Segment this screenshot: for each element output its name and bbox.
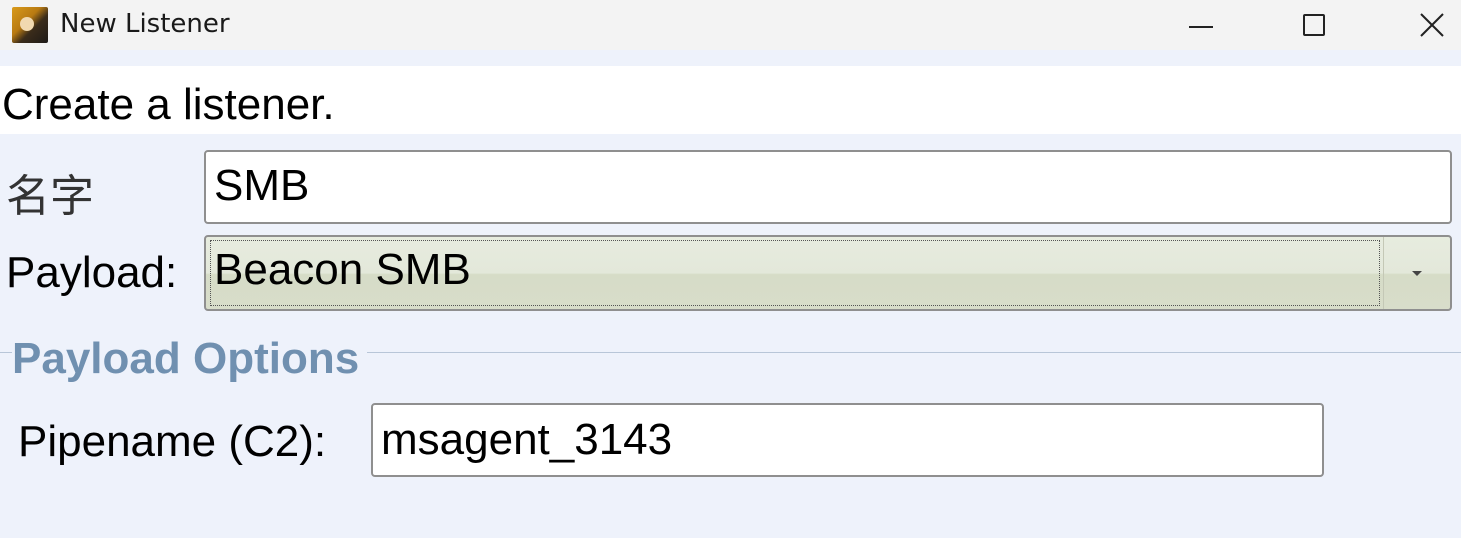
header-band: Create a listener. [0,66,1461,134]
pipename-label: Pipename (C2): [18,417,327,466]
payload-select[interactable]: Beacon SMB [204,235,1452,311]
name-input[interactable]: SMB [204,150,1452,224]
chevron-down-icon [1412,270,1422,276]
dropdown-button[interactable] [1383,237,1450,309]
close-button[interactable] [1386,0,1461,50]
app-icon [12,7,48,43]
payload-selected-value: Beacon SMB [214,245,471,294]
payload-label: Payload: [6,248,178,297]
maximize-icon [1303,14,1325,36]
pipename-input[interactable]: msagent_3143 [371,403,1324,477]
header-text: Create a listener. [2,80,335,129]
payload-options-title: Payload Options [12,334,368,384]
window-title: New Listener [60,9,230,39]
title-bar: New Listener [0,0,1461,50]
name-label: 名字 [6,171,94,222]
minimize-icon [1189,26,1213,28]
minimize-button[interactable] [1155,0,1247,50]
maximize-button[interactable] [1268,0,1360,50]
close-icon [1420,13,1444,37]
